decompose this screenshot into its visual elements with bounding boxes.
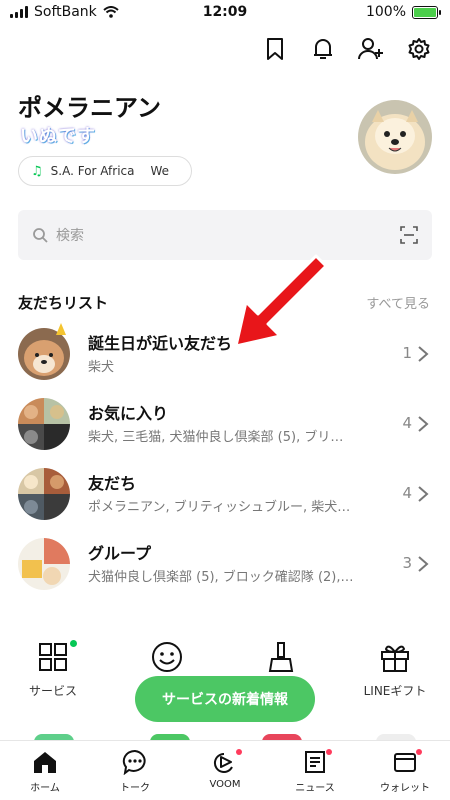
grid-icon bbox=[39, 643, 67, 671]
annotation-arrow-icon bbox=[234, 254, 328, 348]
party-hat-icon bbox=[56, 323, 66, 335]
battery-icon bbox=[412, 5, 441, 19]
friends-collage bbox=[18, 468, 70, 520]
search-icon bbox=[33, 228, 48, 243]
row-subtitle: 柴犬 bbox=[88, 360, 115, 375]
row-count: 4 bbox=[402, 414, 412, 432]
row-subtitle: 柴犬, 三毛猫, 犬猫仲良し倶楽部 (5), ブリ… bbox=[88, 430, 344, 445]
news-icon bbox=[305, 751, 325, 773]
search-bar[interactable]: 検索 bbox=[18, 210, 432, 260]
chevron-right-icon bbox=[418, 556, 429, 572]
status-bar: SoftBank 12:09 100% bbox=[0, 0, 450, 26]
battery-percent: 100% bbox=[365, 4, 406, 20]
bookmark-icon[interactable] bbox=[262, 36, 288, 62]
row-count: 4 bbox=[402, 484, 412, 502]
news-badge bbox=[326, 749, 332, 755]
search-placeholder: 検索 bbox=[56, 228, 84, 244]
row-title: グループ bbox=[88, 544, 152, 563]
tab-label: ニュース bbox=[295, 783, 335, 794]
tab-label: トーク bbox=[120, 783, 150, 794]
service-item-services[interactable]: サービス bbox=[8, 640, 98, 699]
service-news-toast[interactable]: サービスの新着情報 bbox=[135, 676, 315, 722]
bell-icon[interactable] bbox=[310, 36, 336, 62]
row-count: 3 bbox=[402, 554, 412, 572]
row-subtitle: 犬猫仲良し倶楽部 (5), ブロック確認隊 (2),… bbox=[88, 570, 354, 585]
list-item-groups[interactable]: グループ 犬猫仲良し倶楽部 (5), ブロック確認隊 (2),… 3 bbox=[0, 530, 450, 600]
chevron-right-icon bbox=[418, 346, 429, 362]
tab-talk[interactable]: トーク bbox=[90, 741, 180, 800]
favorites-collage bbox=[18, 398, 70, 450]
groups-collage bbox=[18, 538, 70, 590]
row-subtitle: ポメラニアン, ブリティッシュブルー, 柴犬… bbox=[88, 500, 351, 515]
friends-section-title: 友だちリスト bbox=[18, 294, 109, 312]
profile-name[interactable]: ポメラニアン bbox=[18, 88, 161, 123]
settings-icon[interactable] bbox=[406, 36, 432, 62]
tab-voom[interactable]: VOOM bbox=[180, 741, 270, 800]
tab-wallet[interactable]: ウォレット bbox=[360, 741, 450, 800]
tab-bar: ホーム トーク VOOM ニュース ウォレット bbox=[0, 740, 450, 800]
wallet-icon bbox=[394, 753, 416, 772]
tab-label: ホーム bbox=[30, 783, 60, 794]
new-badge bbox=[70, 640, 77, 647]
header-actions bbox=[262, 36, 432, 62]
music-title: S.A. For Africa bbox=[50, 164, 135, 178]
list-item-friends[interactable]: 友だち ポメラニアン, ブリティッシュブルー, 柴犬… 4 bbox=[0, 460, 450, 530]
voom-play-icon bbox=[213, 752, 233, 773]
service-item-gift[interactable]: LINEギフト bbox=[350, 640, 440, 699]
row-title: 友だち bbox=[88, 474, 137, 493]
row-title: 誕生日が近い友だち bbox=[88, 334, 233, 353]
profile-avatar[interactable] bbox=[358, 100, 432, 174]
brush-icon bbox=[268, 642, 294, 672]
scan-icon[interactable] bbox=[400, 226, 418, 244]
add-friend-icon[interactable] bbox=[358, 36, 384, 62]
profile-status-message[interactable]: いぬです bbox=[20, 122, 96, 148]
row-title: お気に入り bbox=[88, 404, 169, 423]
tab-label: VOOM bbox=[209, 779, 241, 790]
tab-news[interactable]: ニュース bbox=[270, 741, 360, 800]
chevron-right-icon bbox=[418, 486, 429, 502]
service-label: LINEギフト bbox=[363, 684, 427, 698]
profile-music-chip[interactable]: ♫ S.A. For Africa We bbox=[18, 156, 192, 186]
battery-area: 100% bbox=[365, 4, 441, 20]
service-label: サービス bbox=[28, 684, 77, 698]
tab-home[interactable]: ホーム bbox=[0, 741, 90, 800]
gift-icon bbox=[381, 645, 409, 672]
row-count: 1 bbox=[402, 344, 412, 362]
voom-badge bbox=[236, 749, 242, 755]
home-icon bbox=[34, 752, 56, 773]
wallet-badge bbox=[416, 749, 422, 755]
see-all-link[interactable]: すべて見る bbox=[366, 293, 430, 312]
chevron-right-icon bbox=[418, 416, 429, 432]
tab-label: ウォレット bbox=[380, 783, 430, 794]
music-title-extra: We bbox=[150, 164, 170, 178]
list-item-favorites[interactable]: お気に入り 柴犬, 三毛猫, 犬猫仲良し倶楽部 (5), ブリ… 4 bbox=[0, 390, 450, 460]
chat-bubble-icon bbox=[122, 749, 146, 775]
smiley-icon bbox=[152, 642, 182, 672]
music-note-icon: ♫ bbox=[31, 163, 43, 179]
list-item-birthday[interactable]: 誕生日が近い友だち 柴犬 1 bbox=[0, 320, 450, 390]
